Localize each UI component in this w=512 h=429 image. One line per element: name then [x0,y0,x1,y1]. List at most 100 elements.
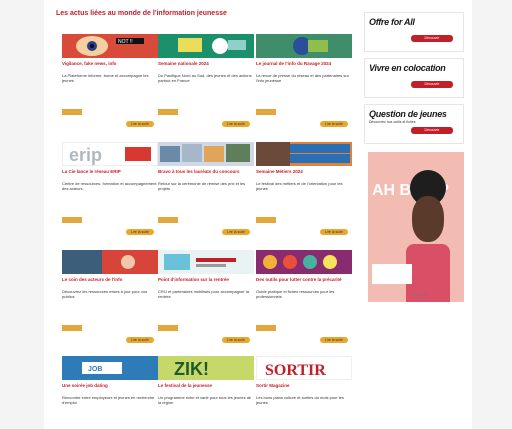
card-thumbnail[interactable]: SORTIR [256,356,352,380]
card-thumbnail[interactable] [62,250,158,274]
card-title[interactable]: Des outils pour lutter contre la précari… [256,277,352,283]
card-thumbnail[interactable] [256,142,352,166]
promo-button[interactable]: Découvrir [411,81,453,88]
news-card[interactable]: Semaine nationale 2024 Du Pacifique Nord… [158,34,254,132]
card-tag [256,109,276,115]
card-thumbnail[interactable]: NOT !! [62,34,158,58]
promo-subtitle: Découvrez nos outils et fiches [369,120,416,124]
card-tag [158,325,178,331]
card-title[interactable]: La Cie lance le réseau ERIP [62,169,158,175]
right-gutter [472,0,512,429]
news-card[interactable]: ZIK! Le festival de la jeunesse Un progr… [158,356,254,426]
card-description: Du Pacifique Nord au Sud, des jeunes et … [158,73,252,83]
card-title[interactable]: Sortir Magazine [256,383,352,389]
card-description: Découvrez les ressources mises à jour po… [62,289,148,299]
read-more-button[interactable]: Lire la suite [126,229,154,235]
card-tag [256,217,276,223]
news-card[interactable]: erip La Cie lance le réseau ERIP Centre … [62,142,158,240]
card-description: Centre de ressources, formation et accom… [62,181,157,191]
card-title[interactable]: Semaine nationale 2024 [158,61,254,67]
read-more-button[interactable]: Lire la suite [320,337,348,343]
card-title[interactable]: Le festival de la jeunesse [158,383,254,389]
card-tag [62,325,82,331]
read-more-button[interactable]: Lire la suite [126,121,154,127]
image-icon [164,254,236,270]
section-heading: Les actus liées au monde de l'informatio… [56,10,227,17]
promo-title: Offre for All [369,17,415,27]
news-card[interactable]: JOB Une soirée job dating Rencontre entr… [62,356,158,426]
card-title[interactable]: Bravo à tous les lauréats du concours [158,169,254,175]
ad-footer: Publicité [412,292,428,297]
image-icon [256,142,350,166]
card-title[interactable]: Semaine Métiers 2024 [256,169,352,175]
card-thumbnail[interactable] [158,250,254,274]
card-thumbnail[interactable] [256,250,352,274]
news-card[interactable]: Semaine Métiers 2024 Le festival des mét… [256,142,352,240]
left-gutter [0,0,44,429]
promo-title: Question de jeunes [369,109,447,119]
read-more-button[interactable]: Lire la suite [222,121,250,127]
eye-icon: NOT !! [76,36,144,56]
card-description: Rencontre entre employeurs et jeunes en … [62,395,155,405]
card-title[interactable]: Une soirée job dating [62,383,158,389]
image-icon [263,255,337,269]
image-icon [293,37,328,55]
sidebar-ad[interactable]: AH BON ? [368,152,464,302]
news-card[interactable]: SORTIR Sortir Magazine Les bons plans cu… [256,356,352,426]
svg-text:JOB: JOB [88,366,102,373]
svg-text:ZIK!: ZIK! [174,359,209,379]
card-tag [256,325,276,331]
card-description: Retour sur la cérémonie de remise des pr… [158,181,246,191]
card-thumbnail[interactable] [158,34,254,58]
promo-button[interactable]: Découvrir [411,35,453,42]
promo-title: Vivre en colocation [369,63,446,73]
sidebar-promo-box[interactable]: Offre for All Découvrir [364,12,464,52]
logo-icon: SORTIR [265,362,326,379]
image-icon: JOB [82,362,122,374]
news-card[interactable]: NOT !! Vigilance, fake news, info La Pla… [62,34,158,132]
card-thumbnail[interactable] [158,142,254,166]
card-thumbnail[interactable] [256,34,352,58]
news-card[interactable]: Le journal de l'info du Ravage 2024 La r… [256,34,352,132]
svg-text:SORTIR: SORTIR [265,362,326,379]
card-thumbnail[interactable]: JOB [62,356,158,380]
read-more-button[interactable]: Lire la suite [320,121,348,127]
news-card[interactable]: Bravo à tous les lauréats du concours Re… [158,142,254,240]
card-title[interactable]: Le coin des acteurs de l'info [62,277,158,283]
image-icon [62,250,158,274]
card-description: La Plateforme informe, forme et accompag… [62,73,149,83]
sidebar-promo-box[interactable]: Question de jeunes Découvrez nos outils … [364,104,464,144]
logo-icon: ZIK! [174,359,209,379]
ad-logo-panel [372,264,412,284]
promo-button[interactable]: Découvrir [411,127,453,134]
sidebar-promo-box[interactable]: Vivre en colocation Découvrir [364,58,464,98]
card-tag [62,217,82,223]
card-tag [158,109,178,115]
svg-text:NOT !!: NOT !! [118,39,133,45]
logo-icon: erip [69,145,151,165]
card-thumbnail[interactable]: erip [62,142,158,166]
image-icon [160,144,250,162]
news-card[interactable]: Le coin des acteurs de l'info Découvrez … [62,250,158,348]
card-description: Un programme riche et varié pour tous le… [158,395,252,405]
image-icon [178,38,246,54]
ad-face [412,196,444,242]
news-card[interactable]: Point d'information sur la rentrée CRIJ … [158,250,254,348]
card-description: CRIJ et partenaires mobilisés pour accom… [158,289,249,299]
read-more-button[interactable]: Lire la suite [126,337,154,343]
svg-text:erip: erip [69,145,102,165]
news-card[interactable]: Des outils pour lutter contre la précari… [256,250,352,348]
card-description: Guide pratique et fiches ressources pour… [256,289,335,299]
read-more-button[interactable]: Lire la suite [222,229,250,235]
card-description: La revue de presse du réseau et des part… [256,73,349,83]
card-tag [62,109,82,115]
card-title[interactable]: Vigilance, fake news, info [62,61,158,67]
card-title[interactable]: Le journal de l'info du Ravage 2024 [256,61,352,67]
card-description: Les bons plans culture et sorties du moi… [256,395,344,405]
read-more-button[interactable]: Lire la suite [222,337,250,343]
read-more-button[interactable]: Lire la suite [320,229,348,235]
card-title[interactable]: Point d'information sur la rentrée [158,277,254,283]
card-tag [158,217,178,223]
card-description: Le festival des métiers et de l'orientat… [256,181,343,191]
card-thumbnail[interactable]: ZIK! [158,356,254,380]
